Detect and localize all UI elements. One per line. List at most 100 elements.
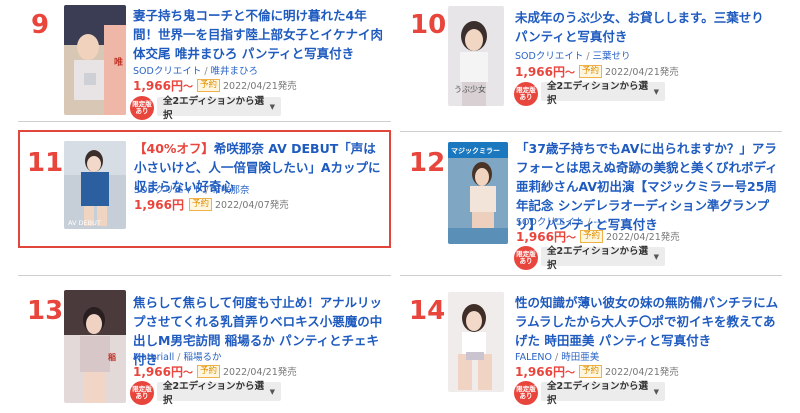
chevron-down-icon: ▼ bbox=[653, 252, 659, 261]
item-title[interactable]: 性の知識が薄い彼女の妹の無防備パンチラにムラムラしたから大人チ〇ポで初イキを教え… bbox=[515, 293, 781, 350]
price-tilde: 〜 bbox=[182, 81, 193, 93]
actress-link[interactable]: 時田亜美 bbox=[561, 352, 599, 363]
title-text[interactable]: 妻子持ち鬼コーチと不倫に明け暮れた4年間！世界一を目指す陸上部女子とイケナイ肉体… bbox=[133, 8, 383, 61]
rank-number: 12 bbox=[409, 148, 446, 178]
price-line: 1,966円〜 予約 2022/04/21発売 bbox=[515, 364, 679, 379]
meta-separator: / bbox=[177, 352, 181, 363]
meta-separator: / bbox=[204, 66, 208, 77]
svg-text:稲: 稲 bbox=[108, 352, 116, 362]
limited-edition-badge: 限定版あり bbox=[514, 82, 538, 106]
chevron-down-icon: ▼ bbox=[653, 387, 659, 396]
cover-image[interactable]: うぶ少女 bbox=[448, 6, 504, 106]
preorder-badge: 予約 bbox=[188, 197, 212, 211]
limited-edition-badge: 限定版あり bbox=[514, 381, 538, 405]
studio-link[interactable]: SODクリエイト bbox=[516, 217, 584, 228]
edition-select[interactable]: 全2エディションから選択 ▼ bbox=[157, 96, 281, 121]
meta-separator: / bbox=[586, 51, 590, 62]
cover-photo-11-graphic: AV DEBUT bbox=[64, 141, 126, 229]
item-meta: SODクリエイト / 三葉せり bbox=[515, 48, 631, 62]
edition-select-label: 全2エディションから選択 bbox=[547, 380, 648, 406]
rank-number: 14 bbox=[409, 296, 446, 326]
actress-link[interactable]: 三葉せり bbox=[593, 51, 631, 62]
actress-link[interactable]: 稲場るか bbox=[183, 352, 221, 363]
cover-11-text: AV DEBUT bbox=[68, 219, 101, 227]
item-title[interactable]: 未成年のうぶ少女、お貸しします。三葉せり パンティと写真付き bbox=[515, 8, 780, 46]
meta-separator: / bbox=[554, 352, 559, 363]
item-meta: SODクリエイト / 唯井まひろ bbox=[133, 63, 258, 77]
release-date: 2022/04/21発売 bbox=[604, 67, 679, 78]
price-line: 1,966円〜 予約 2022/04/21発売 bbox=[516, 229, 680, 244]
preorder-badge: 予約 bbox=[578, 364, 602, 378]
cover-photo-12-graphic: マジックミラー bbox=[448, 142, 508, 244]
cover-image[interactable]: マジックミラー bbox=[448, 142, 508, 244]
cover-photo-9-graphic: 唯 bbox=[64, 5, 126, 115]
studio-link[interactable]: SODクリエイト bbox=[133, 66, 201, 77]
chevron-down-icon: ▼ bbox=[269, 387, 275, 396]
price-line: 1,966円〜 予約 2022/04/21発売 bbox=[133, 78, 297, 93]
cover-12-text: マジックミラー bbox=[451, 146, 500, 155]
rank-number: 10 bbox=[410, 10, 447, 40]
edition-select-label: 全2エディションから選択 bbox=[547, 245, 648, 271]
title-text[interactable]: 性の知識が薄い彼女の妹の無防備パンチラにムラムラしたから大人チ〇ポで初イキを教え… bbox=[515, 295, 778, 348]
rank-number: 9 bbox=[31, 10, 50, 40]
row-divider-2-left bbox=[18, 275, 391, 276]
actress-link[interactable]: ---- bbox=[594, 217, 608, 228]
cover-image[interactable]: 稲 bbox=[64, 290, 126, 403]
limited-edition-badge: 限定版あり bbox=[514, 246, 538, 270]
item-title[interactable]: 妻子持ち鬼コーチと不倫に明け暮れた4年間！世界一を目指す陸上部女子とイケナイ肉体… bbox=[133, 6, 388, 63]
cover-photo-14-graphic bbox=[448, 292, 504, 392]
cover-photo-13-graphic: 稲 bbox=[64, 290, 126, 403]
row-divider-2-right bbox=[400, 275, 782, 276]
release-date: 2022/04/21発売 bbox=[604, 367, 679, 378]
item-meta: SODクリエイト / ---- bbox=[516, 214, 607, 228]
item-meta: FALENO / 時田亜美 bbox=[515, 349, 599, 363]
cover-image[interactable]: 唯 bbox=[64, 5, 126, 115]
price-tilde: 〜 bbox=[564, 67, 575, 79]
actress-link[interactable]: 希咲那奈 bbox=[212, 185, 250, 196]
edition-select[interactable]: 全2エディションから選択 ▼ bbox=[541, 381, 665, 406]
release-date: 2022/04/21発売 bbox=[222, 81, 297, 92]
studio-link[interactable]: SODクリエイト bbox=[134, 185, 202, 196]
row-divider-1-right bbox=[400, 131, 782, 132]
limited-edition-badge: 限定版あり bbox=[130, 381, 154, 405]
rank-number: 11 bbox=[27, 148, 64, 178]
svg-text:唯: 唯 bbox=[114, 56, 123, 68]
row-divider-1-left bbox=[18, 121, 391, 122]
edition-select[interactable]: 全2エディションから選択 ▼ bbox=[541, 81, 665, 106]
price-tilde: 〜 bbox=[564, 367, 575, 379]
cover-10-text: うぶ少女 bbox=[454, 84, 486, 94]
item-meta: SODクリエイト / 希咲那奈 bbox=[134, 182, 250, 196]
limited-edition-badge: 限定版あり bbox=[130, 96, 154, 120]
release-date: 2022/04/21発売 bbox=[222, 367, 297, 378]
meta-separator: / bbox=[587, 217, 591, 228]
preorder-badge: 予約 bbox=[578, 64, 602, 78]
price-line: 1,966円〜 予約 2022/04/21発売 bbox=[515, 64, 679, 79]
edition-select-label: 全2エディションから選択 bbox=[163, 380, 264, 406]
actress-link[interactable]: 唯井まひろ bbox=[211, 66, 259, 77]
edition-select[interactable]: 全2エディションから選択 ▼ bbox=[157, 381, 281, 406]
release-date: 2022/04/21発売 bbox=[605, 232, 680, 243]
price: 1,966円 bbox=[134, 197, 184, 212]
price-line: 1,966円〜 予約 2022/04/21発売 bbox=[133, 364, 297, 379]
sale-tag[interactable]: 【40%オフ】 bbox=[134, 141, 214, 156]
price-tilde: 〜 bbox=[565, 232, 576, 244]
studio-link[interactable]: SODクリエイト bbox=[515, 51, 583, 62]
cover-image[interactable]: AV DEBUT bbox=[64, 141, 126, 229]
chevron-down-icon: ▼ bbox=[653, 87, 659, 96]
studio-link[interactable]: Materiall bbox=[133, 352, 174, 363]
price-line: 1,966円 予約 2022/04/07発売 bbox=[134, 197, 289, 212]
cover-photo-10-graphic: うぶ少女 bbox=[448, 6, 504, 106]
cover-image[interactable] bbox=[448, 292, 504, 392]
price: 1,966円 bbox=[133, 78, 183, 93]
preorder-badge: 予約 bbox=[196, 78, 220, 92]
edition-select-label: 全2エディションから選択 bbox=[163, 95, 264, 121]
studio-link[interactable]: FALENO bbox=[515, 352, 552, 363]
chevron-down-icon: ▼ bbox=[269, 102, 275, 111]
meta-separator: / bbox=[205, 185, 209, 196]
release-date: 2022/04/07発売 bbox=[214, 200, 289, 211]
rank-number: 13 bbox=[27, 296, 64, 326]
title-text[interactable]: 未成年のうぶ少女、お貸しします。三葉せり パンティと写真付き bbox=[515, 10, 764, 44]
item-meta: Materiall / 稲場るか bbox=[133, 349, 221, 363]
edition-select[interactable]: 全2エディションから選択 ▼ bbox=[541, 246, 665, 271]
preorder-badge: 予約 bbox=[196, 364, 220, 378]
